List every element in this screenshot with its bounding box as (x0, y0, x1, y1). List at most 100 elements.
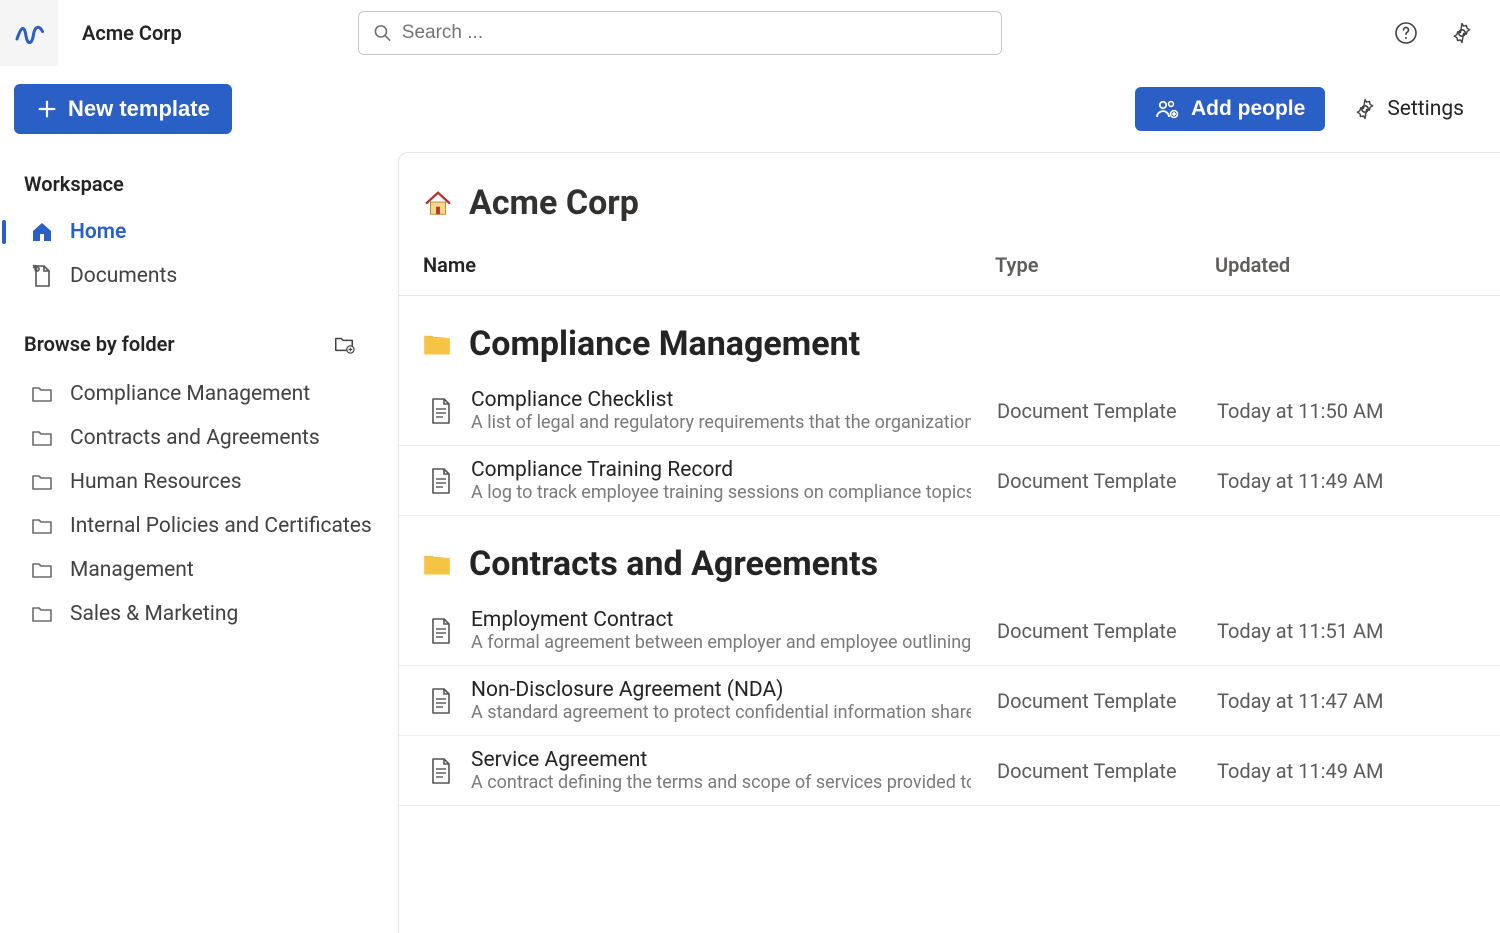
table-row[interactable]: Compliance Checklist A list of legal and… (399, 376, 1500, 446)
new-template-button[interactable]: New template (14, 84, 232, 134)
column-type[interactable]: Type (995, 253, 1215, 277)
gear-icon (1353, 97, 1377, 121)
sidebar-folder-label: Management (70, 558, 194, 582)
folder-outline-icon (30, 602, 54, 626)
folder-icon (423, 552, 451, 576)
home-icon (30, 220, 54, 244)
sidebar-folder-label: Internal Policies and Certificates (70, 514, 372, 538)
sidebar-item-label: Home (70, 220, 126, 244)
doc-updated: Today at 11:50 AM (1217, 399, 1476, 423)
folder-outline-icon (30, 426, 54, 450)
doc-updated: Today at 11:49 AM (1217, 469, 1476, 493)
sidebar-folder-item[interactable]: Contracts and Agreements (0, 416, 398, 460)
folder-icon (423, 332, 451, 356)
table-row[interactable]: Service Agreement A contract defining th… (399, 736, 1500, 806)
top-settings-button[interactable] (1448, 19, 1476, 47)
doc-name-cell: Compliance Checklist A list of legal and… (471, 388, 997, 433)
add-people-button[interactable]: Add people (1135, 87, 1325, 131)
column-updated[interactable]: Updated (1215, 253, 1476, 277)
folder-outline-icon (30, 558, 54, 582)
doc-name-cell: Compliance Training Record A log to trac… (471, 458, 997, 503)
doc-title: Compliance Training Record (471, 458, 997, 482)
sidebar-folder-item[interactable]: Compliance Management (0, 372, 398, 416)
app-logo[interactable] (0, 0, 58, 66)
workspace-section-label: Workspace (0, 166, 398, 210)
new-template-label: New template (68, 96, 210, 122)
doc-title: Employment Contract (471, 608, 997, 632)
document-icon (429, 467, 453, 495)
settings-label: Settings (1387, 97, 1464, 121)
doc-name-cell: Service Agreement A contract defining th… (471, 748, 997, 793)
help-button[interactable] (1392, 19, 1420, 47)
doc-updated: Today at 11:49 AM (1217, 759, 1476, 783)
doc-title: Compliance Checklist (471, 388, 997, 412)
section-heading[interactable]: Compliance Management (399, 296, 1500, 376)
search-wrap (198, 11, 1376, 55)
plus-icon (36, 98, 58, 120)
doc-type: Document Template (997, 399, 1217, 423)
people-plus-icon (1155, 97, 1179, 121)
doc-description: A list of legal and regulatory requireme… (471, 412, 971, 433)
document-icon (429, 687, 453, 715)
sidebar-folder-item[interactable]: Sales & Marketing (0, 592, 398, 636)
doc-type: Document Template (997, 619, 1217, 643)
doc-type: Document Template (997, 469, 1217, 493)
content-card: Acme Corp Name Type Updated Compliance M… (398, 152, 1500, 933)
folder-outline-icon (30, 514, 54, 538)
document-icon (429, 397, 453, 425)
document-icon (429, 757, 453, 785)
folder-plus-icon (333, 333, 355, 355)
sidebar-folder-item[interactable]: Internal Policies and Certificates (0, 504, 398, 548)
sidebar-folder-item[interactable]: Human Resources (0, 460, 398, 504)
table-row[interactable]: Compliance Training Record A log to trac… (399, 446, 1500, 516)
doc-updated: Today at 11:51 AM (1217, 619, 1476, 643)
add-people-label: Add people (1191, 97, 1305, 121)
card-title: Acme Corp (399, 153, 1500, 243)
search-input[interactable] (402, 22, 987, 44)
doc-title: Non-Disclosure Agreement (NDA) (471, 678, 997, 702)
doc-description: A log to track employee training session… (471, 482, 971, 503)
sidebar-folder-label: Sales & Marketing (70, 602, 238, 626)
section-title: Contracts and Agreements (469, 544, 878, 584)
table-header: Name Type Updated (399, 243, 1500, 296)
sidebar-item-documents[interactable]: Documents (0, 254, 398, 298)
table-row[interactable]: Employment Contract A formal agreement b… (399, 596, 1500, 666)
sidebar-item-home[interactable]: Home (0, 210, 398, 254)
column-name[interactable]: Name (423, 253, 995, 277)
layout: New template Workspace Home Documents Br… (0, 66, 1500, 933)
search-icon (373, 23, 392, 43)
help-icon (1394, 21, 1418, 45)
house-icon (423, 188, 453, 218)
table-row[interactable]: Non-Disclosure Agreement (NDA) A standar… (399, 666, 1500, 736)
settings-button[interactable]: Settings (1353, 97, 1464, 121)
scribble-logo-icon (14, 18, 44, 48)
browse-section-label: Browse by folder (24, 332, 175, 356)
sidebar-folder-item[interactable]: Management (0, 548, 398, 592)
card-title-text: Acme Corp (469, 183, 639, 223)
search-box[interactable] (358, 11, 1002, 55)
doc-description: A standard agreement to protect confiden… (471, 702, 971, 723)
top-bar: Acme Corp (0, 0, 1500, 66)
browse-section-header: Browse by folder (0, 322, 398, 372)
main: Add people Settings Acme Corp N (398, 66, 1500, 933)
folder-outline-icon (30, 382, 54, 406)
folder-outline-icon (30, 470, 54, 494)
doc-title: Service Agreement (471, 748, 997, 772)
doc-description: A formal agreement between employer and … (471, 632, 971, 653)
document-icon (429, 617, 453, 645)
sidebar-folder-label: Compliance Management (70, 382, 310, 406)
doc-updated: Today at 11:47 AM (1217, 689, 1476, 713)
documents-icon (30, 264, 54, 288)
org-name: Acme Corp (82, 21, 182, 45)
doc-type: Document Template (997, 759, 1217, 783)
doc-name-cell: Non-Disclosure Agreement (NDA) A standar… (471, 678, 997, 723)
top-icons (1392, 19, 1476, 47)
add-folder-button[interactable] (330, 330, 358, 358)
section-heading[interactable]: Contracts and Agreements (399, 516, 1500, 596)
sidebar-folder-label: Human Resources (70, 470, 242, 494)
action-row: Add people Settings (398, 66, 1500, 152)
sidebar-folder-label: Contracts and Agreements (70, 426, 320, 450)
doc-name-cell: Employment Contract A formal agreement b… (471, 608, 997, 653)
sidebar: New template Workspace Home Documents Br… (0, 66, 398, 933)
sidebar-item-label: Documents (70, 264, 177, 288)
